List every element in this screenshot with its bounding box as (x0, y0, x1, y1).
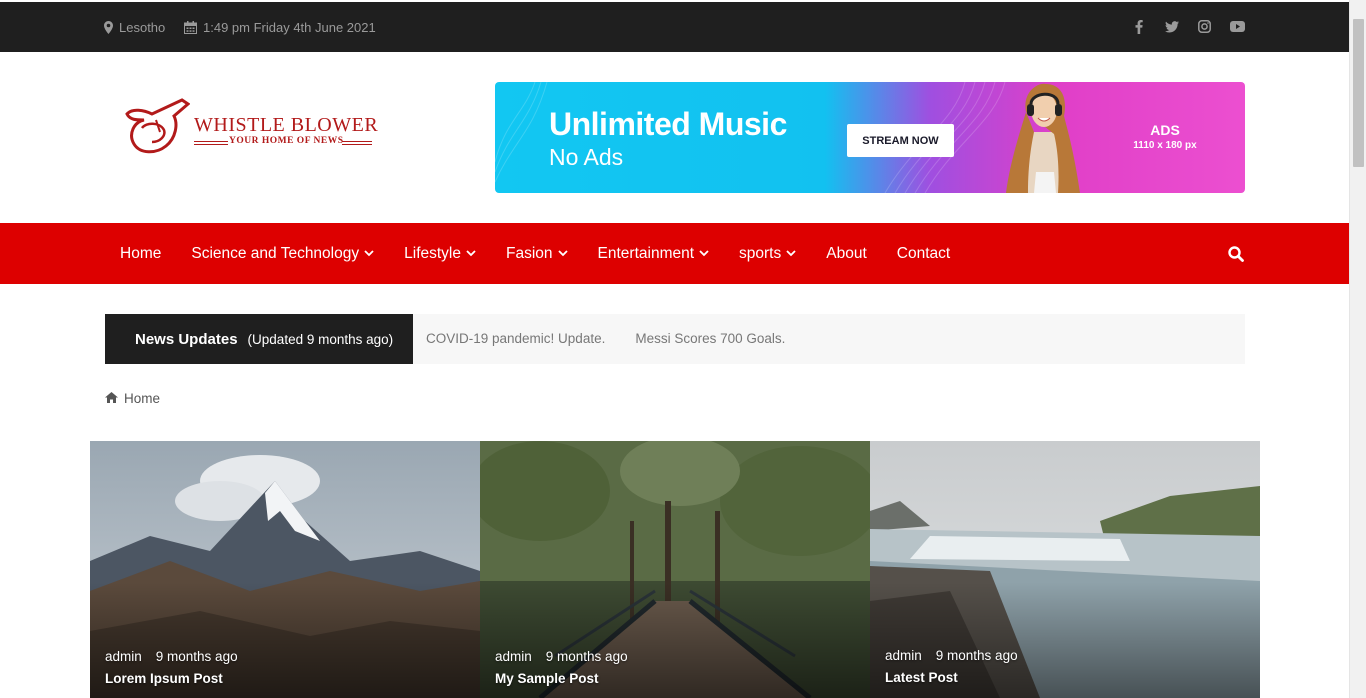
logo-divider (342, 144, 372, 145)
nav-item-about[interactable]: About (826, 245, 867, 263)
nav-item-label: Home (120, 244, 162, 262)
chevron-down-icon (466, 250, 476, 257)
post-title[interactable]: Lorem Ipsum Post (105, 671, 223, 686)
ad-label: ADS (1150, 122, 1180, 138)
top-bar: Lesotho 1:49 pm Friday 4th June 2021 (0, 0, 1349, 52)
post-time: 9 months ago (155, 649, 238, 664)
nav-item-home[interactable]: Home (120, 245, 161, 263)
home-icon (105, 391, 118, 406)
nav-item-label: Lifestyle (404, 244, 461, 262)
whistle-icon (125, 98, 190, 154)
location-text: Lesotho (119, 20, 166, 35)
ad-headline: Unlimited Music (549, 106, 787, 142)
post-card[interactable]: admin 9 months ago My Sample Post (480, 441, 870, 698)
nav-item-sports[interactable]: sports (739, 245, 796, 263)
chevron-down-icon (364, 250, 374, 257)
post-author[interactable]: admin (495, 649, 532, 664)
nav-menu: Home Science and Technology Lifestyle Fasio… (120, 223, 980, 284)
ticker-items: COVID-19 pandemic! Update. Messi Scores … (426, 331, 785, 346)
post-title[interactable]: My Sample Post (495, 671, 599, 686)
search-icon[interactable] (1228, 246, 1244, 267)
ticker-title: News Updates (135, 330, 238, 348)
chevron-down-icon (557, 250, 568, 257)
post-card[interactable]: admin 9 months ago Lorem Ipsum Post (90, 441, 480, 698)
breadcrumb: Home (105, 391, 160, 406)
twitter-icon[interactable] (1164, 19, 1179, 34)
instagram-icon[interactable] (1197, 19, 1212, 34)
site-logo[interactable]: WHISTLE BLOWER YOUR HOME OF NEWS (124, 98, 379, 156)
ticker-item[interactable]: Messi Scores 700 Goals. (635, 331, 785, 346)
location: Lesotho (104, 20, 165, 35)
ticker-updated: (Updated 9 months ago) (247, 331, 394, 347)
post-meta: admin 9 months ago (105, 649, 238, 664)
logo-divider (194, 144, 228, 145)
scrollbar-thumb[interactable] (1353, 19, 1364, 167)
chevron-down-icon (786, 250, 796, 257)
chevron-down-icon (699, 250, 709, 257)
ticker-label: News Updates (Updated 9 months ago) (105, 314, 413, 364)
nav-item-label: About (826, 244, 867, 262)
nav-item-label: Contact (896, 244, 951, 262)
nav-item-label: Entertainment (597, 244, 695, 262)
header-ad-banner[interactable]: Unlimited Music No Ads STREAM NOW ADS 11… (495, 82, 1245, 193)
nav-item-label: Fasion (506, 244, 553, 262)
nav-item-fasion[interactable]: Fasion (506, 245, 568, 263)
ad-model-image (1006, 83, 1080, 193)
map-marker-icon (104, 21, 113, 34)
post-time: 9 months ago (935, 648, 1018, 663)
datetime: 1:49 pm Friday 4th June 2021 (184, 20, 376, 35)
ad-size: 1110 x 180 px (1133, 140, 1197, 151)
main-navigation: Home Science and Technology Lifestyle Fasio… (0, 223, 1349, 284)
youtube-icon[interactable] (1230, 19, 1245, 34)
ticker-item[interactable]: COVID-19 pandemic! Update. (426, 331, 605, 346)
calendar-icon (184, 21, 197, 34)
datetime-text: 1:49 pm Friday 4th June 2021 (203, 20, 376, 35)
post-meta: admin 9 months ago (495, 649, 628, 664)
ad-subline: No Ads (549, 144, 624, 170)
nav-item-entertainment[interactable]: Entertainment (598, 245, 710, 263)
news-ticker: News Updates (Updated 9 months ago) COVI… (105, 314, 1245, 364)
nav-item-contact[interactable]: Contact (897, 245, 950, 263)
nav-item-lifestyle[interactable]: Lifestyle (404, 245, 476, 263)
stream-now-button[interactable]: STREAM NOW (847, 124, 954, 157)
social-links (1131, 19, 1245, 34)
post-author[interactable]: admin (885, 648, 922, 663)
nav-item-label: Science and Technology (191, 244, 360, 262)
logo-title: WHISTLE BLOWER (194, 114, 379, 136)
page-scrollbar[interactable] (1349, 0, 1366, 698)
post-card[interactable]: admin 9 months ago Latest Post (870, 441, 1260, 698)
logo-divider (194, 141, 228, 142)
facebook-icon[interactable] (1131, 19, 1146, 34)
post-time: 9 months ago (545, 649, 628, 664)
post-meta: admin 9 months ago (885, 648, 1018, 663)
breadcrumb-home[interactable]: Home (124, 391, 160, 406)
nav-item-science-and-technology[interactable]: Science and Technology (191, 245, 374, 263)
featured-posts: admin 9 months ago Lorem Ipsum Post admi… (90, 441, 1260, 698)
post-author[interactable]: admin (105, 649, 142, 664)
nav-item-label: sports (739, 244, 782, 262)
logo-divider (342, 141, 372, 142)
logo-tagline: YOUR HOME OF NEWS (229, 136, 344, 146)
post-title[interactable]: Latest Post (885, 670, 958, 685)
